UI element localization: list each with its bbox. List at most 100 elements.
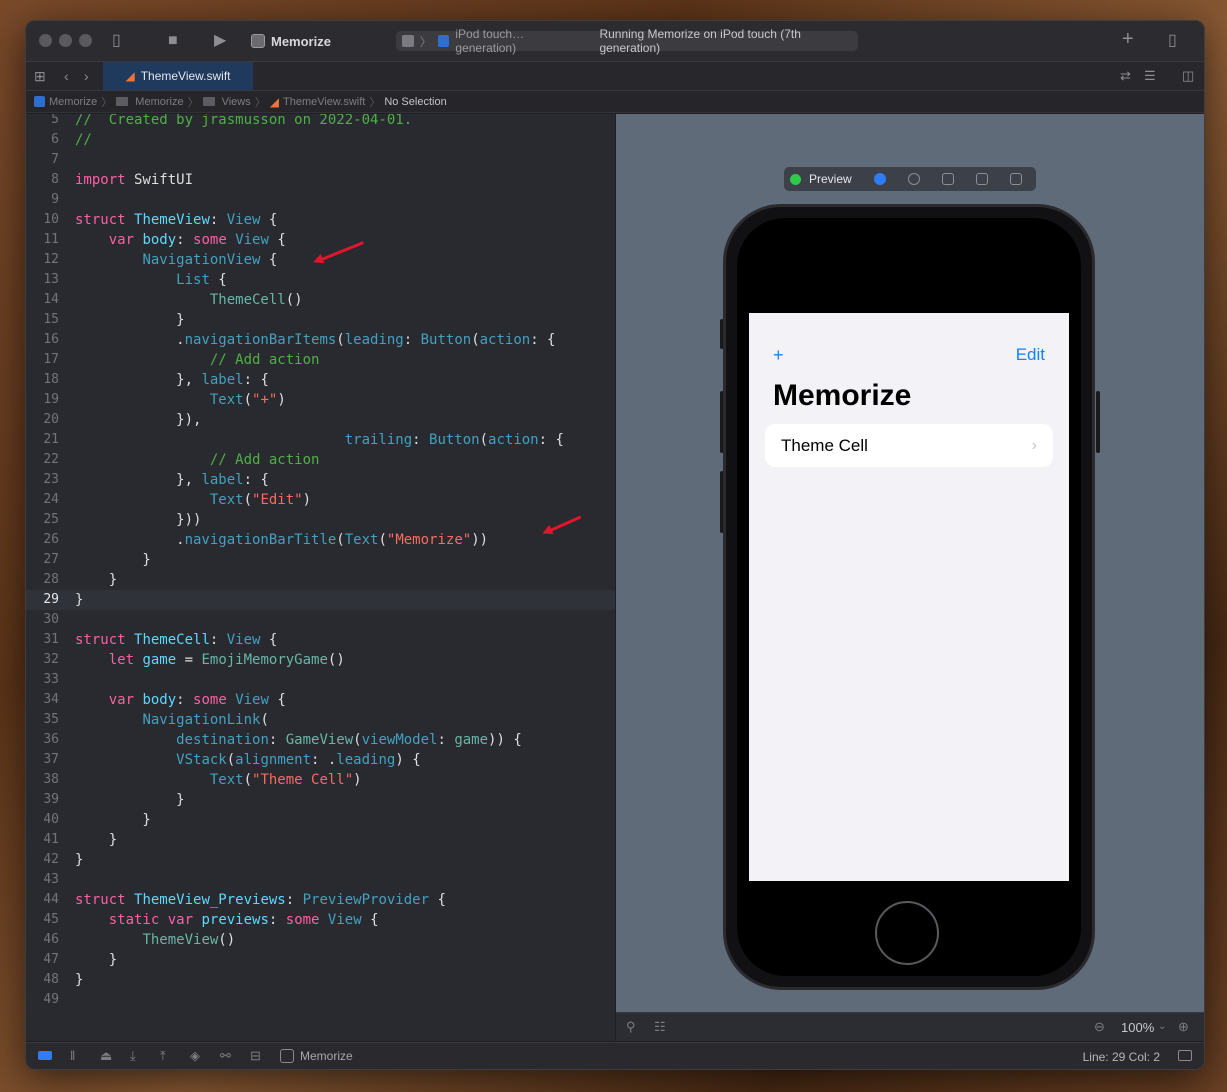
- code-line[interactable]: 41 }: [26, 830, 615, 850]
- code-line[interactable]: 11 var body: some View {: [26, 230, 615, 250]
- code-line[interactable]: 6 //: [26, 130, 615, 150]
- selectable-mode-icon[interactable]: [907, 173, 920, 185]
- sidebar-toggle-icon[interactable]: ▯: [112, 31, 121, 51]
- code-line[interactable]: 10 struct ThemeView: View {: [26, 210, 615, 230]
- code-line[interactable]: 26 .navigationBarTitle(Text("Memorize")): [26, 530, 615, 550]
- theme-cell[interactable]: Theme Cell ›: [765, 424, 1053, 467]
- memory-graph-icon[interactable]: ⚯: [220, 1049, 231, 1063]
- debug-target[interactable]: Memorize: [300, 1049, 353, 1063]
- code-line[interactable]: 44 struct ThemeView_Previews: PreviewProv…: [26, 890, 615, 910]
- jumpbar-item[interactable]: Memorize: [135, 96, 183, 108]
- code-line[interactable]: 8 import SwiftUI: [26, 170, 615, 190]
- code-token: :: [209, 632, 227, 648]
- code-line[interactable]: 17 // Add action: [26, 350, 615, 370]
- grid-icon[interactable]: ⊞: [34, 66, 46, 86]
- preview-label[interactable]: Preview: [809, 172, 852, 186]
- code-line[interactable]: 38 Text("Theme Cell"): [26, 770, 615, 790]
- inspector-toggle-icon[interactable]: ▯: [1168, 31, 1177, 51]
- code-line[interactable]: 23 }, label: {: [26, 470, 615, 490]
- code-line[interactable]: 18 }, label: {: [26, 370, 615, 390]
- code-token: navigationBarTitle: [184, 532, 337, 548]
- live-mode-icon[interactable]: [873, 173, 886, 185]
- jumpbar-item[interactable]: ThemeView.swift: [283, 96, 365, 108]
- scheme-selector[interactable]: Memorize: [251, 31, 331, 51]
- code-line[interactable]: 40 }: [26, 810, 615, 830]
- code-line[interactable]: 42}: [26, 850, 615, 870]
- code-line[interactable]: 15 }: [26, 310, 615, 330]
- nav-edit-button[interactable]: Edit: [1016, 345, 1045, 365]
- line-number: 10: [43, 212, 59, 227]
- run-destination[interactable]: iPod touch…generation): [455, 27, 581, 55]
- minimize-window-button[interactable]: [59, 34, 72, 47]
- jumpbar-selection[interactable]: No Selection: [384, 96, 446, 108]
- step-out-icon[interactable]: ⤒: [160, 1049, 166, 1063]
- code-line[interactable]: 16 .navigationBarItems(leading: Button(a…: [26, 330, 615, 350]
- editor-options-icon[interactable]: ☰: [1144, 66, 1156, 86]
- debug-area-toggle-icon[interactable]: [38, 1051, 52, 1060]
- source-editor[interactable]: 49 48} 47 } 46 ThemeView() 45 static var pre…: [26, 114, 615, 1041]
- related-items-icon[interactable]: ⇄: [1120, 66, 1131, 86]
- code-line[interactable]: 49: [26, 990, 615, 1010]
- tab-themeview-swift[interactable]: ◢ ThemeView.swift: [103, 62, 253, 90]
- zoom-window-button[interactable]: [79, 34, 92, 47]
- code-line[interactable]: 35 NavigationLink(: [26, 710, 615, 730]
- split-editor-icon[interactable]: ◫: [1182, 66, 1194, 86]
- code-line[interactable]: 47 }: [26, 950, 615, 970]
- code-line[interactable]: 39 }: [26, 790, 615, 810]
- code-token: Button: [420, 332, 472, 348]
- forward-icon[interactable]: ›: [84, 66, 89, 86]
- pause-icon[interactable]: ‖: [70, 1049, 75, 1063]
- pin-icon[interactable]: ⚲: [626, 1020, 636, 1034]
- code-line[interactable]: 36 destination: GameView(viewModel: game…: [26, 730, 615, 750]
- code-line[interactable]: 9: [26, 190, 615, 210]
- code-line[interactable]: 24 Text("Edit"): [26, 490, 615, 510]
- code-line[interactable]: 43: [26, 870, 615, 890]
- stop-icon[interactable]: ■: [168, 31, 178, 51]
- environment-icon[interactable]: ⊟: [250, 1049, 261, 1063]
- zoom-out-icon[interactable]: ⊖: [1094, 1020, 1105, 1034]
- code-line[interactable]: 22 // Add action: [26, 450, 615, 470]
- jumpbar-item[interactable]: Memorize: [49, 96, 97, 108]
- code-line[interactable]: 32 let game = EmojiMemoryGame(): [26, 650, 615, 670]
- chevron-down-icon[interactable]: ⌄: [1158, 1020, 1166, 1034]
- jumpbar-item[interactable]: Views: [222, 96, 251, 108]
- code-line[interactable]: 19 Text("+"): [26, 390, 615, 410]
- back-icon[interactable]: ‹: [64, 66, 69, 86]
- code-line[interactable]: 29}: [26, 590, 615, 610]
- code-line[interactable]: 25 })): [26, 510, 615, 530]
- code-line[interactable]: 13 List {: [26, 270, 615, 290]
- code-line[interactable]: 30: [26, 610, 615, 630]
- line-number: 45: [43, 912, 59, 927]
- code-line[interactable]: 33: [26, 670, 615, 690]
- nav-add-button[interactable]: +: [773, 345, 784, 366]
- step-in-icon[interactable]: ⤓: [130, 1049, 136, 1063]
- close-window-button[interactable]: [39, 34, 52, 47]
- run-icon[interactable]: ▶: [214, 31, 226, 51]
- code-line[interactable]: 5 // Created by jrasmusson on 2022-04-01.: [26, 114, 615, 130]
- view-hierarchy-icon[interactable]: ◈: [190, 1049, 200, 1063]
- add-icon[interactable]: +: [1122, 29, 1134, 49]
- zoom-in-icon[interactable]: ⊕: [1178, 1020, 1189, 1034]
- zoom-level[interactable]: 100%: [1121, 1020, 1154, 1035]
- code-line[interactable]: 48}: [26, 970, 615, 990]
- code-line[interactable]: 34 var body: some View {: [26, 690, 615, 710]
- code-line[interactable]: 21 trailing: Button(action: {: [26, 430, 615, 450]
- code-line[interactable]: 37 VStack(alignment: .leading) {: [26, 750, 615, 770]
- code-line[interactable]: 14 ThemeCell(): [26, 290, 615, 310]
- code-line[interactable]: 45 static var previews: some View {: [26, 910, 615, 930]
- code-line[interactable]: 46 ThemeView(): [26, 930, 615, 950]
- code-line[interactable]: 27 }: [26, 550, 615, 570]
- rotate-icon[interactable]: [941, 173, 954, 185]
- code-line[interactable]: 28 }: [26, 570, 615, 590]
- code-line[interactable]: 31 struct ThemeCell: View {: [26, 630, 615, 650]
- duplicate-preview-icon[interactable]: [1009, 173, 1022, 185]
- code-line[interactable]: 20 }),: [26, 410, 615, 430]
- code-line[interactable]: 7: [26, 150, 615, 170]
- step-over-icon[interactable]: ⏏: [100, 1049, 112, 1063]
- device-icon: [437, 35, 450, 47]
- settings-icon[interactable]: ☷: [654, 1020, 666, 1034]
- activity-viewer[interactable]: 〉 iPod touch…generation) Running Memoriz…: [396, 27, 858, 55]
- device-settings-icon[interactable]: [975, 173, 988, 185]
- console-toggle-icon[interactable]: [1178, 1050, 1192, 1061]
